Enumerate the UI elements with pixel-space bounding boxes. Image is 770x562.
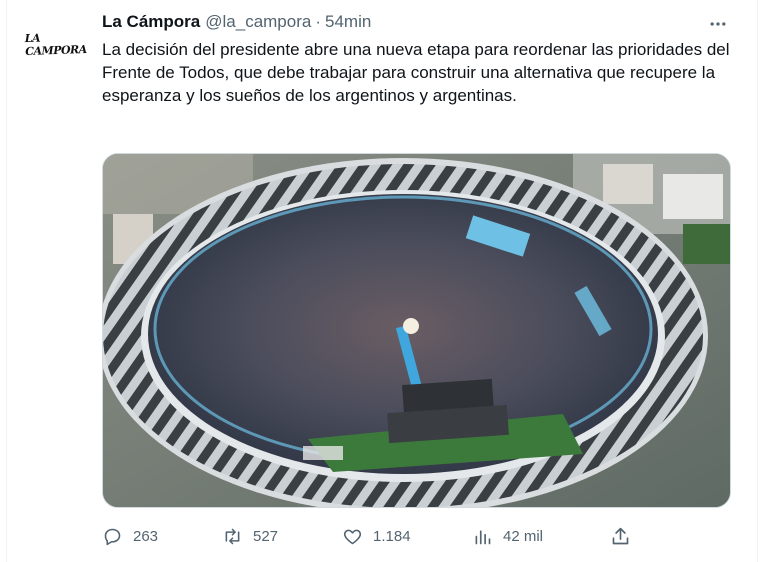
retweet-icon: [225, 528, 240, 545]
separator-dot: ·: [315, 12, 322, 31]
author-name[interactable]: La Cámpora: [102, 12, 200, 32]
tweet-header: La Cámpora @la_campora · 54min: [102, 12, 371, 34]
like-count: 1.184: [373, 528, 411, 545]
reply-count: 263: [133, 528, 159, 545]
views-count: 42 mil: [503, 528, 544, 545]
retweet-button[interactable]: 527: [222, 526, 278, 547]
tweet-photo[interactable]: [102, 153, 731, 508]
tweet-actions: 263 527 1.184 42 mil: [102, 522, 732, 552]
share-button[interactable]: [610, 526, 631, 547]
stadium-photo: [103, 154, 730, 507]
views-icon: [475, 530, 491, 545]
avatar[interactable]: LA CAMPORA: [24, 14, 88, 74]
heart-icon: [343, 529, 362, 545]
tweet-text: La decisión del presidente abre una nuev…: [102, 40, 730, 105]
reply-icon: [104, 528, 121, 546]
share-icon: [612, 527, 629, 545]
views-button[interactable]: 42 mil: [472, 526, 543, 547]
more-button[interactable]: [704, 12, 732, 36]
retweet-count: 527: [253, 528, 279, 545]
like-button[interactable]: 1.184: [342, 526, 411, 547]
tweet-timestamp[interactable]: 54min: [325, 12, 371, 32]
author-handle[interactable]: @la_campora: [205, 12, 311, 32]
more-icon: [710, 22, 726, 26]
avatar-logo-text: LA CAMPORA: [24, 31, 88, 59]
reply-button[interactable]: 263: [102, 526, 158, 547]
